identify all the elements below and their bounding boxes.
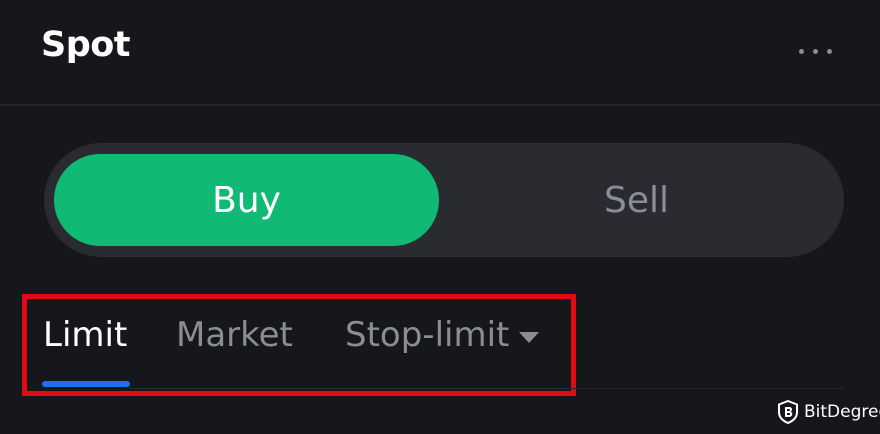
- buy-sell-toggle: Buy Sell: [44, 143, 844, 257]
- page-title: Spot: [41, 25, 131, 65]
- panel-header: Spot: [0, 0, 880, 106]
- chevron-down-icon: [519, 331, 540, 343]
- spot-trading-panel: Spot Buy Sell Limit Market Stop-limit Bi…: [0, 0, 880, 434]
- tab-market[interactable]: Market: [176, 315, 293, 355]
- tab-limit[interactable]: Limit: [43, 315, 127, 355]
- watermark: BitDegree: [778, 400, 880, 424]
- more-horizontal-icon: [798, 48, 804, 54]
- more-options-button[interactable]: [790, 34, 840, 68]
- watermark-text: BitDegree: [804, 402, 880, 422]
- sell-button[interactable]: Sell: [439, 154, 834, 246]
- buy-button[interactable]: Buy: [54, 154, 439, 246]
- tabs-divider: [130, 388, 844, 389]
- more-horizontal-icon: [826, 48, 832, 54]
- tab-stop-limit[interactable]: Stop-limit: [345, 315, 540, 355]
- active-tab-indicator: [42, 381, 130, 387]
- tab-stop-limit-label: Stop-limit: [345, 315, 510, 355]
- bitdegree-logo-icon: [778, 400, 798, 424]
- more-horizontal-icon: [812, 48, 818, 54]
